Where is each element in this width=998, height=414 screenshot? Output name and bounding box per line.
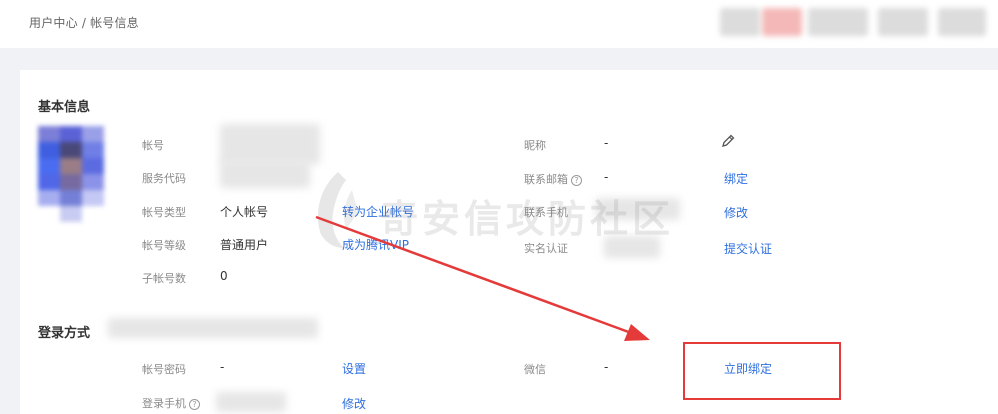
sub-accounts-value: 0 (220, 269, 228, 283)
login-phone-label-text: 登录手机 (142, 397, 186, 410)
service-code-value-redacted (220, 160, 310, 188)
login-note-redacted (108, 318, 318, 338)
sub-accounts-label: 子帐号数 (142, 272, 186, 285)
top-bar: 用户中心 / 帐号信息 (0, 0, 998, 48)
account-type-label: 帐号类型 (142, 206, 186, 219)
email-label-text: 联系邮箱 (524, 173, 568, 186)
login-phone-label: 登录手机? (142, 395, 200, 411)
convert-enterprise-link[interactable]: 转为企业帐号 (342, 203, 414, 220)
password-label: 帐号密码 (142, 363, 186, 376)
login-methods-title: 登录方式 (38, 326, 91, 341)
submit-verification-link[interactable]: 提交认证 (724, 240, 772, 257)
wechat-value: - (604, 360, 609, 374)
nickname-value: - (604, 136, 609, 150)
avatar[interactable] (38, 126, 104, 222)
edit-phone-link[interactable]: 修改 (724, 204, 748, 221)
wechat-label: 微信 (524, 363, 546, 376)
realname-value-redacted (604, 236, 660, 258)
set-password-link[interactable]: 设置 (342, 360, 366, 377)
nickname-label: 昵称 (524, 139, 546, 152)
account-level-label: 帐号等级 (142, 239, 186, 252)
basic-info-title: 基本信息 (38, 100, 91, 115)
edit-login-phone-link[interactable]: 修改 (342, 395, 366, 412)
email-label: 联系邮箱? (524, 171, 582, 187)
phone-label: 联系手机 (524, 206, 568, 219)
bind-email-link[interactable]: 绑定 (724, 170, 748, 187)
account-label: 帐号 (142, 139, 164, 152)
help-icon[interactable]: ? (189, 398, 200, 410)
phone-value-redacted (596, 198, 680, 220)
service-code-label: 服务代码 (142, 172, 186, 185)
account-value-redacted (220, 124, 320, 164)
password-value: - (220, 360, 225, 374)
header-action-redacted[interactable] (938, 8, 986, 36)
annotation-highlight-box (683, 342, 841, 400)
account-type-value: 个人帐号 (220, 205, 269, 219)
header-action-redacted[interactable] (878, 8, 928, 36)
help-icon[interactable]: ? (571, 174, 582, 186)
login-phone-value-redacted (216, 392, 286, 412)
realname-label: 实名认证 (524, 242, 568, 255)
header-action-redacted[interactable] (720, 8, 760, 36)
header-action-redacted[interactable] (762, 8, 802, 36)
edit-pencil-icon[interactable] (720, 133, 736, 149)
email-value: - (604, 170, 609, 184)
account-level-value: 普通用户 (220, 238, 269, 252)
become-vip-link[interactable]: 成为腾讯VIP (342, 236, 409, 253)
breadcrumb[interactable]: 用户中心 / 帐号信息 (29, 14, 139, 31)
header-action-redacted[interactable] (808, 8, 868, 36)
